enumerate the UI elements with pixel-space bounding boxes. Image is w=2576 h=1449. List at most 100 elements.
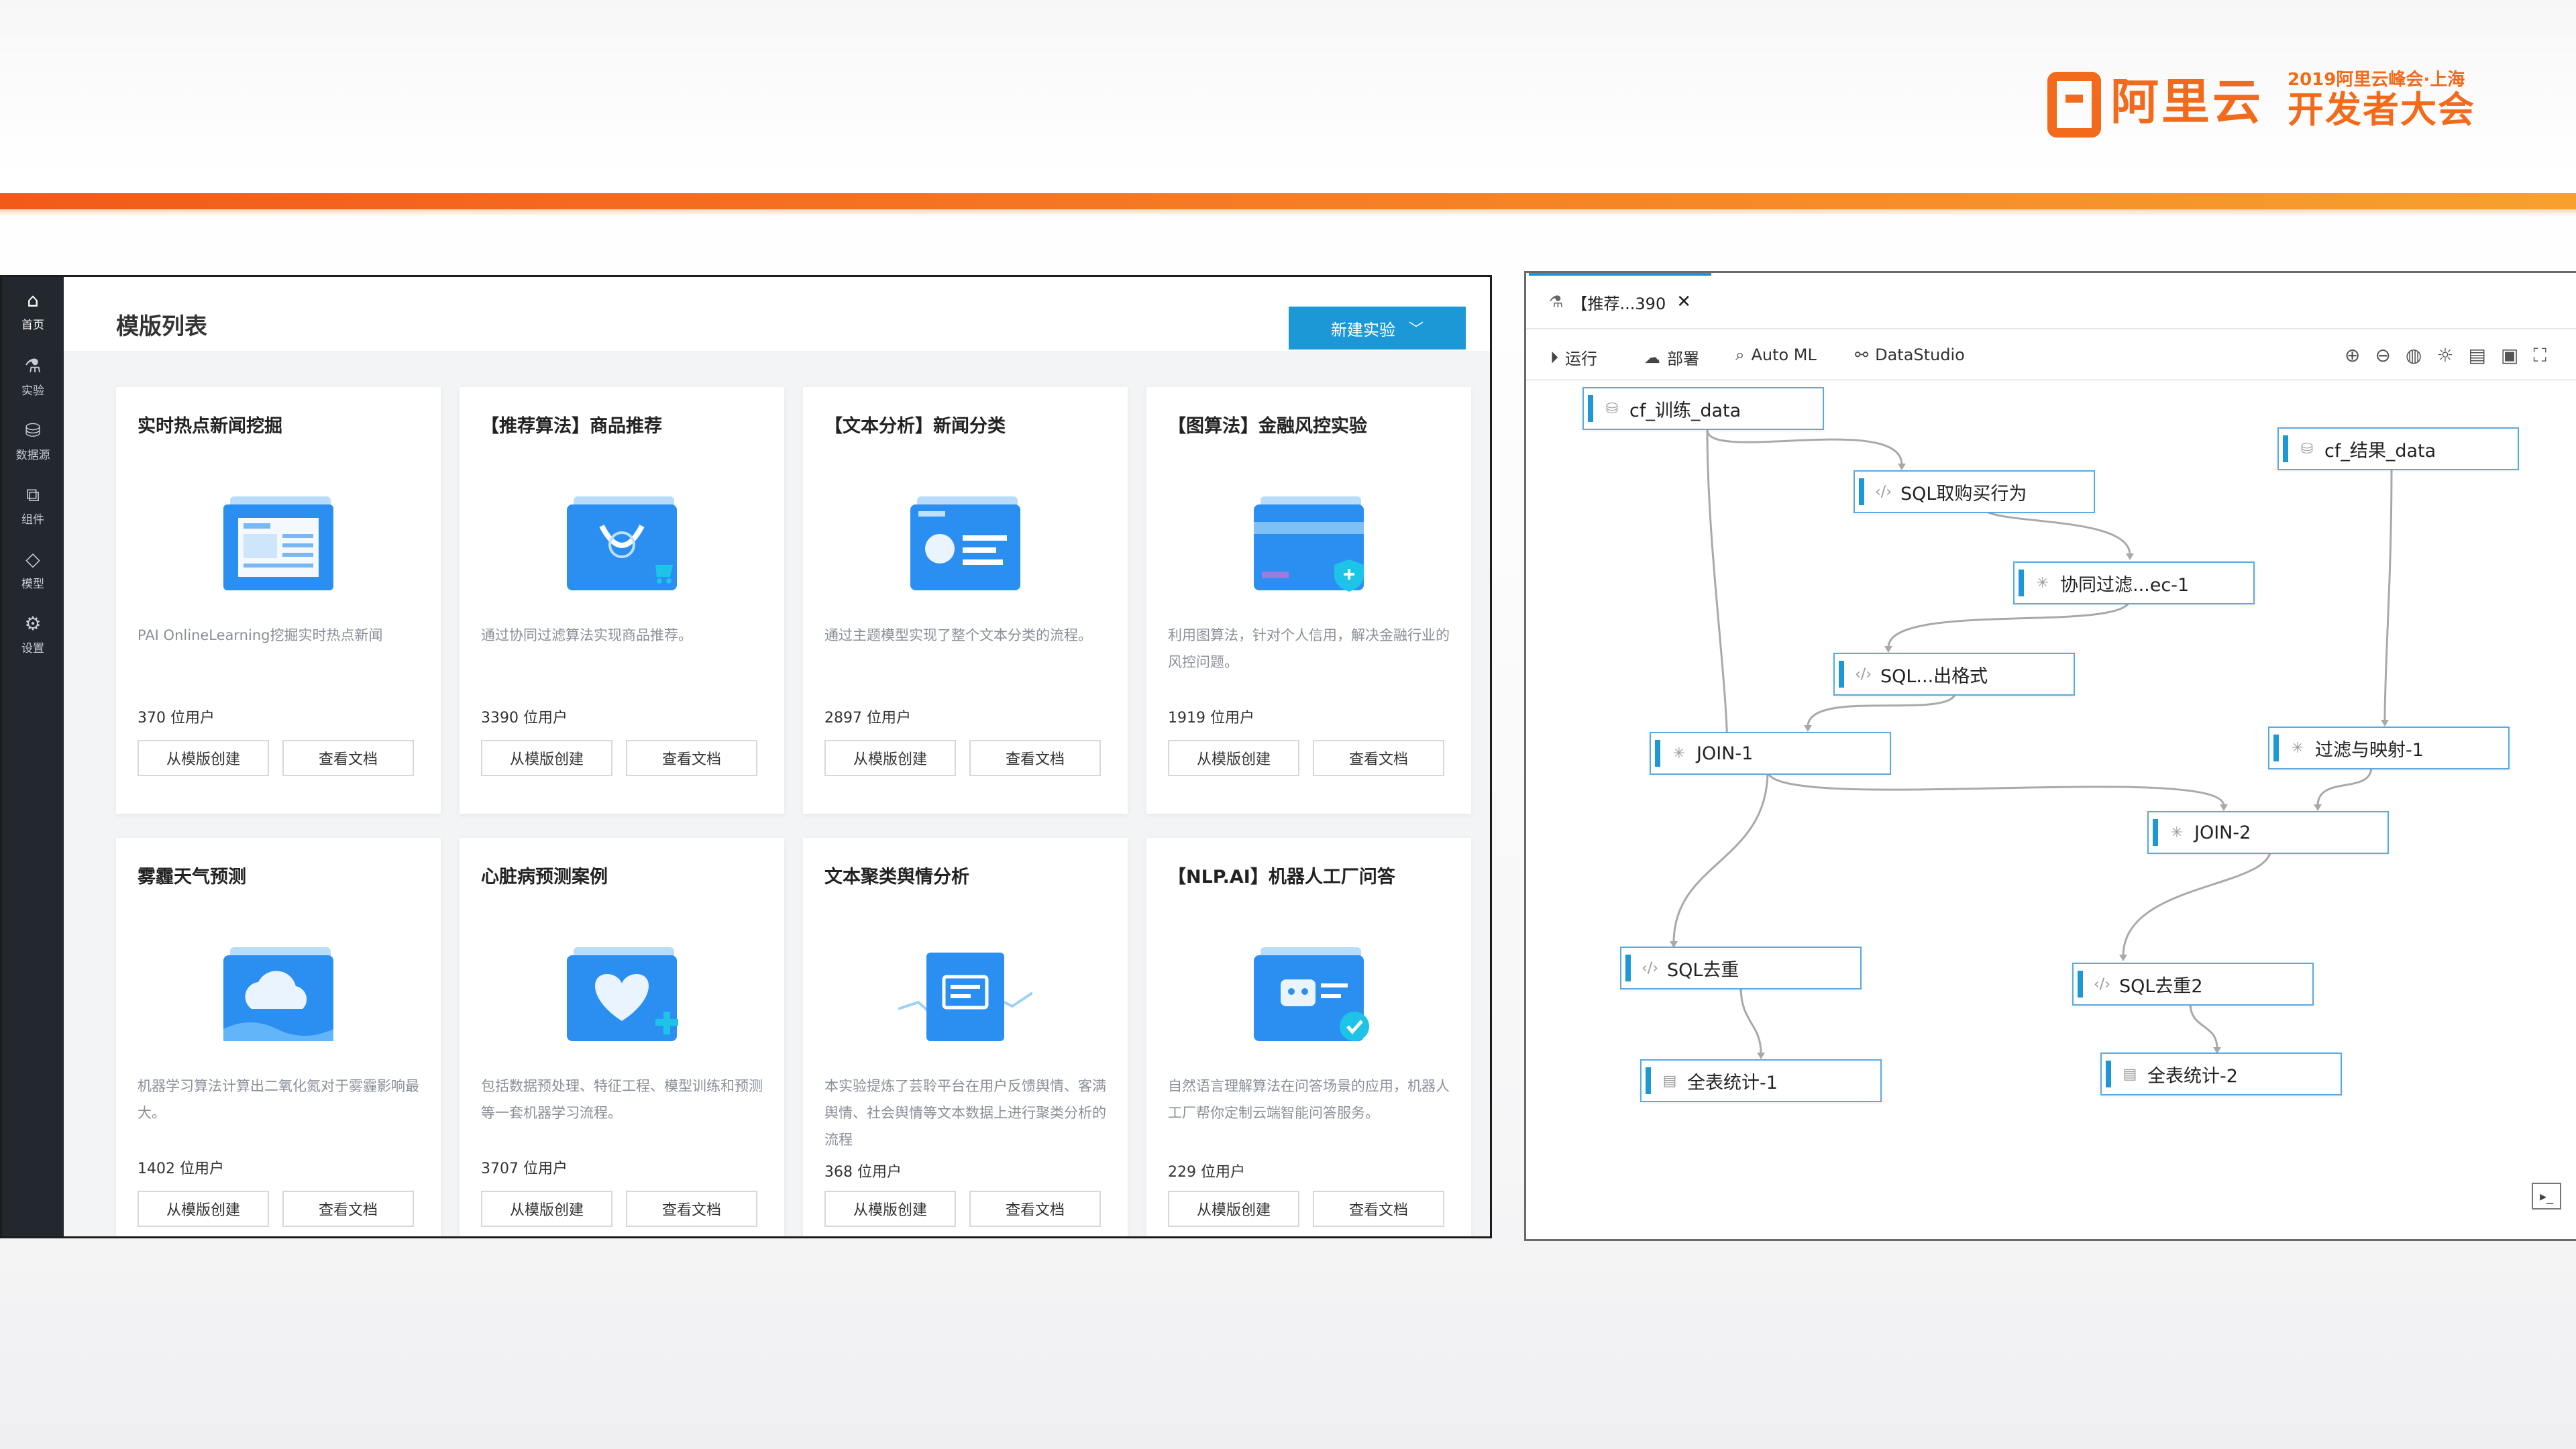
card-description: 包括数据预处理、特征工程、模型训练和预测等一套机器学习流程。 [481,1078,763,1121]
template-card[interactable]: 【图算法】金融风控实验 利用图算法，针对个人信用，解决金融行业的风控问题。 19… [1146,387,1471,814]
sidebar-item-experiment[interactable]: ⚗ 实验 [2,344,64,409]
node-sql-dedup[interactable]: ‹/› SQL去重 [1620,947,1862,989]
card-description: PAI OnlineLearning挖掘实时热点新闻 [138,627,383,643]
edge [2383,470,2393,722]
sidebar-item-datasource[interactable]: ⛁ 数据源 [2,409,64,473]
database-icon: ⛁ [25,419,41,441]
automl-label: Auto ML [1751,345,1817,364]
home-icon: ⌂ [27,288,39,311]
terminal-icon[interactable]: ▸_ [2532,1183,2561,1210]
spinner-icon: ✳ [2170,824,2184,841]
node-label: cf_结果_data [2324,440,2436,462]
card-title: 【NLP.AI】机器人工厂问答 [1168,867,1395,888]
template-card[interactable]: 文本聚类舆情分析 本实验提炼了芸聆平台在用户反馈舆情、客满舆情、社会舆情等文本数… [803,838,1128,1236]
report-icon: ▤ [2123,1065,2137,1083]
create-from-template-button[interactable]: 从模版创建 [1168,1191,1299,1227]
node-label: JOIN-1 [1697,743,1754,764]
database-icon: ⛁ [1605,400,1619,417]
node-label: SQL...出格式 [1880,665,1988,687]
node-sql-format[interactable]: ‹/› SQL...出格式 [1833,653,2075,696]
spinner-icon: ✳ [2036,574,2049,592]
create-from-template-button[interactable]: 从模版创建 [138,740,269,776]
spinner-icon: ✳ [1672,745,1686,762]
view-docs-button[interactable]: 查看文档 [282,740,414,776]
node-label: 协同过滤...ec-1 [2060,574,2190,596]
datastudio-button[interactable]: ⚯ DataStudio [1855,345,1965,364]
create-from-template-button[interactable]: 从模版创建 [1168,740,1299,776]
close-icon[interactable]: ✕ [1676,292,1691,312]
template-card[interactable]: 【推荐算法】商品推荐 通过协同过滤算法实现商品推荐。 3390 位用户 从模版创… [460,387,784,814]
node-cf-train-data[interactable]: ⛁ cf_训练_data [1582,387,1824,430]
workflow-canvas[interactable]: ⛁ cf_训练_data ⛁ cf_结果_data ‹/› SQL取购买行为 ✳… [1526,379,2576,1239]
tab-bar: ⚗ 【推荐...390 ✕ [1526,273,2576,329]
sun-icon[interactable]: ☼ [2436,344,2453,367]
create-from-template-button[interactable]: 从模版创建 [481,1191,612,1227]
node-join-1[interactable]: ✳ JOIN-1 [1650,732,1891,775]
node-label: SQL去重2 [2119,975,2203,997]
fullscreen-icon[interactable]: ⛶ [2533,344,2546,367]
event-line2: 开发者大会 [2288,88,2475,131]
sidebar-item-home[interactable]: ⌂ 首页 [2,277,64,344]
node-filter-map-1[interactable]: ✳ 过滤与映射-1 [2268,727,2510,769]
globe-icon[interactable]: ◍ [2406,344,2422,367]
node-sql-buy-behavior[interactable]: ‹/› SQL取购买行为 [1854,470,2095,513]
node-table-stats-2[interactable]: ▤ 全表统计-2 [2100,1053,2342,1095]
node-label: 全表统计-2 [2147,1065,2238,1087]
node-table-stats-1[interactable]: ▤ 全表统计-1 [1640,1059,1882,1102]
puzzle-icon: ⧉ [26,483,40,506]
view-docs-button[interactable]: 查看文档 [626,1191,757,1227]
card-users: 1402 位用户 [138,1161,224,1177]
card-users: 229 位用户 [1168,1164,1245,1181]
header-accent-bar [0,193,2576,216]
view-docs-button[interactable]: 查看文档 [1313,1191,1444,1227]
chevron-down-icon: ﹀ [1408,321,1424,338]
zoom-out-icon[interactable]: ⊖ [2375,344,2390,367]
view-docs-button[interactable]: 查看文档 [969,1191,1101,1227]
tab-experiment[interactable]: ⚗ 【推荐...390 ✕ [1529,273,1711,328]
view-docs-button[interactable]: 查看文档 [1313,740,1444,776]
new-experiment-button[interactable]: 新建实验 ﹀ [1289,307,1466,350]
code-icon: ‹/› [1875,483,1892,500]
workflow-designer-window: ⚗ 【推荐...390 ✕ ⏵ 运行 ☁ 部署 ⌕ Auto ML ⚯ Data… [1524,271,2576,1241]
sidebar-item-components[interactable]: ⧉ 组件 [2,473,64,537]
create-from-template-button[interactable]: 从模版创建 [824,1191,956,1227]
sidebar-item-models[interactable]: ◇ 模型 [2,537,64,602]
template-card[interactable]: 雾霾天气预测 机器学习算法计算出二氧化氮对于雾霾影响最大。 1402 位用户 从… [116,838,441,1236]
card-users: 370 位用户 [138,710,215,727]
card-title: 心脏病预测案例 [481,867,608,888]
search-icon: ⌕ [1735,345,1745,364]
node-sql-dedup-2[interactable]: ‹/› SQL去重2 [2072,963,2314,1006]
node-collaborative-filter[interactable]: ✳ 协同过滤...ec-1 [2013,561,2255,604]
view-docs-button[interactable]: 查看文档 [626,740,757,776]
card-description: 通过主题模型实现了整个文本分类的流程。 [824,627,1092,643]
fit-view-icon[interactable]: ▣ [2501,344,2518,367]
template-card[interactable]: 心脏病预测案例 包括数据预处理、特征工程、模型训练和预测等一套机器学习流程。 3… [460,838,784,1236]
create-from-template-button[interactable]: 从模版创建 [138,1191,269,1227]
view-docs-button[interactable]: 查看文档 [282,1191,414,1227]
run-button[interactable]: ⏵ 运行 [1550,345,1597,369]
sidebar-item-settings[interactable]: ⚙ 设置 [2,602,64,666]
keyboard-icon[interactable]: ▤ [2468,344,2485,367]
view-docs-button[interactable]: 查看文档 [969,740,1101,776]
template-card[interactable]: 【NLP.AI】机器人工厂问答 自然语言理解算法在问答场景的应用，机器人工厂帮你… [1146,838,1471,1236]
card-description: 机器学习算法计算出二氧化氮对于雾霾影响最大。 [138,1078,419,1121]
sidebar-item-label: 数据源 [15,448,50,462]
card-users: 1919 位用户 [1168,710,1254,727]
sidebar-item-label: 实验 [21,384,44,398]
heart-icon [567,947,678,1041]
zoom-in-icon[interactable]: ⊕ [2345,344,2360,367]
template-card[interactable]: 【文本分析】新闻分类 通过主题模型实现了整个文本分类的流程。 2897 位用户 … [803,387,1128,814]
card-title: 【推荐算法】商品推荐 [481,416,662,437]
deploy-button[interactable]: ☁ 部署 [1644,345,1699,369]
automl-button[interactable]: ⌕ Auto ML [1735,345,1817,364]
document-chart-icon [898,953,1032,1041]
node-cf-result-data[interactable]: ⛁ cf_结果_data [2277,427,2519,470]
play-icon: ⏵ [1550,347,1558,367]
edge [1739,986,1762,1055]
event-line1: 2019阿里云峰会·上海 [2288,69,2465,90]
node-label: cf_训练_data [1629,400,1741,421]
node-join-2[interactable]: ✳ JOIN-2 [2147,811,2389,854]
template-card[interactable]: 实时热点新闻挖掘 PAI OnlineLearning挖掘实时热点新闻 370 … [116,387,441,814]
create-from-template-button[interactable]: 从模版创建 [824,740,956,776]
create-from-template-button[interactable]: 从模版创建 [481,740,612,776]
